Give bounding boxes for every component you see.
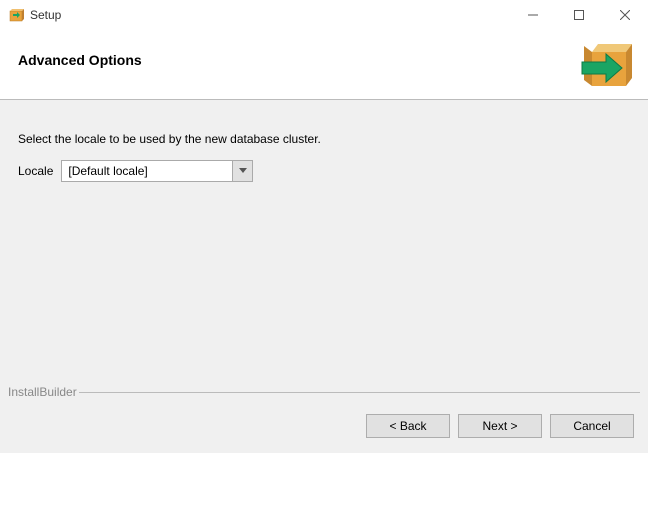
minimize-button[interactable] xyxy=(510,0,556,30)
window-controls xyxy=(510,0,648,30)
header: Advanced Options xyxy=(0,30,648,100)
box-arrow-icon xyxy=(580,36,638,94)
instruction-text: Select the locale to be used by the new … xyxy=(18,132,630,146)
divider-line xyxy=(79,392,640,393)
locale-select-value: [Default locale] xyxy=(62,161,232,181)
cancel-button[interactable]: Cancel xyxy=(550,414,634,438)
maximize-button[interactable] xyxy=(556,0,602,30)
close-button[interactable] xyxy=(602,0,648,30)
content-area: Select the locale to be used by the new … xyxy=(0,100,648,453)
page-title: Advanced Options xyxy=(18,52,648,68)
titlebar: Setup xyxy=(0,0,648,30)
locale-row: Locale [Default locale] xyxy=(18,160,630,182)
back-button[interactable]: < Back xyxy=(366,414,450,438)
chevron-down-icon xyxy=(232,161,252,181)
footer-brand: InstallBuilder xyxy=(8,385,79,399)
footer-divider: InstallBuilder xyxy=(8,385,640,399)
locale-label: Locale xyxy=(18,164,53,178)
next-button[interactable]: Next > xyxy=(458,414,542,438)
footer: < Back Next > Cancel xyxy=(0,399,648,453)
window-title: Setup xyxy=(30,8,510,22)
locale-select[interactable]: [Default locale] xyxy=(61,160,253,182)
app-icon xyxy=(8,7,24,23)
